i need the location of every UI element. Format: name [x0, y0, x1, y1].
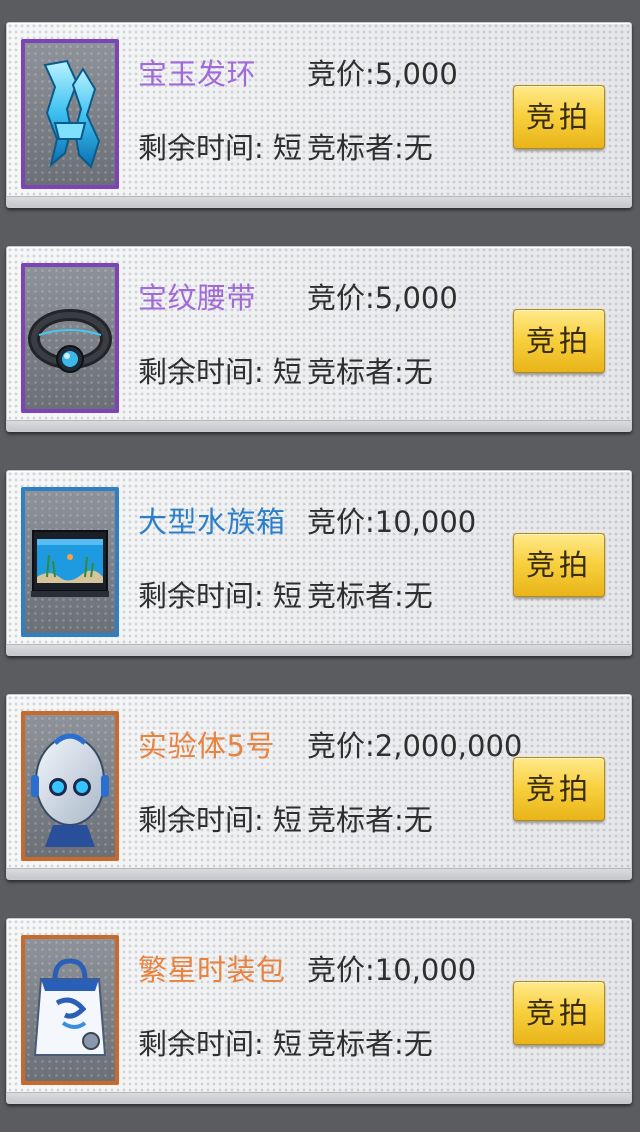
item-time-left: 剩余时间: 短: [138, 131, 302, 165]
bid-button[interactable]: 竞拍: [513, 309, 605, 373]
item-bidder: 竞标者:无: [307, 355, 433, 389]
item-time-left: 剩余时间: 短: [138, 579, 302, 613]
item-name: 繁星时装包: [138, 953, 286, 987]
item-time-left: 剩余时间: 短: [138, 1027, 302, 1061]
item-name: 大型水族箱: [138, 505, 286, 539]
item-price: 竞价:10,000: [307, 505, 477, 539]
gem-belt-icon: [28, 309, 112, 373]
item-bidder: 竞标者:无: [307, 579, 433, 613]
auction-item-card: 宝纹腰带 竞价:5,000 剩余时间: 短 竞标者:无 竞拍: [6, 246, 632, 432]
auction-item-card: 繁星时装包 竞价:10,000 剩余时间: 短 竞标者:无 竞拍: [6, 918, 632, 1104]
aquarium-icon: [31, 530, 109, 597]
item-price: 竞价:10,000: [307, 953, 477, 987]
bid-button[interactable]: 竞拍: [513, 757, 605, 821]
item-icon-frame: [21, 711, 119, 861]
bid-button[interactable]: 竞拍: [513, 981, 605, 1045]
robot-head-icon: [31, 733, 109, 847]
item-bidder: 竞标者:无: [307, 131, 433, 165]
item-bidder: 竞标者:无: [307, 1027, 433, 1061]
auction-item-card: 大型水族箱 竞价:10,000 剩余时间: 短 竞标者:无 竞拍: [6, 470, 632, 656]
item-bidder: 竞标者:无: [307, 803, 433, 837]
item-time-left: 剩余时间: 短: [138, 355, 302, 389]
outfit-bag-icon: [33, 958, 107, 1056]
bid-button[interactable]: 竞拍: [513, 85, 605, 149]
item-icon-frame: [21, 263, 119, 413]
item-name: 宝纹腰带: [138, 281, 257, 315]
item-icon-frame: [21, 39, 119, 189]
auction-item-card: 宝玉发环 竞价:5,000 剩余时间: 短 竞标者:无 竞拍: [6, 22, 632, 208]
item-icon-frame: [21, 487, 119, 637]
crystal-headband-icon: [43, 59, 101, 169]
bid-button[interactable]: 竞拍: [513, 533, 605, 597]
item-name: 实验体5号: [138, 729, 275, 763]
item-price: 竞价:5,000: [307, 57, 458, 91]
item-time-left: 剩余时间: 短: [138, 803, 302, 837]
item-price: 竞价:5,000: [307, 281, 458, 315]
auction-list: 宝玉发环 竞价:5,000 剩余时间: 短 竞标者:无 竞拍 宝纹腰带 竞价:5…: [0, 0, 640, 1132]
item-price: 竞价:2,000,000: [307, 729, 523, 763]
item-icon-frame: [21, 935, 119, 1085]
auction-item-card: 实验体5号 竞价:2,000,000 剩余时间: 短 竞标者:无 竞拍: [6, 694, 632, 880]
item-name: 宝玉发环: [138, 57, 257, 91]
